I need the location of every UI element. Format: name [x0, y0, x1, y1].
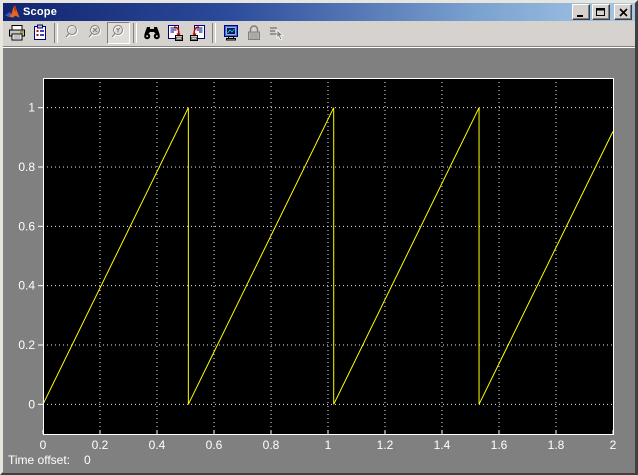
window-controls [572, 4, 633, 20]
scope-canvas: 0 0.2 0.4 0.6 0.8 1 1.2 1.4 1.6 1.8 2 0 0.2 0.4 0.6 0.8… [3, 47, 635, 473]
zoom-x-axis-icon [88, 24, 101, 38]
save-axes-settings-button[interactable] [163, 22, 186, 44]
zoom-button[interactable] [61, 22, 84, 44]
svg-text:1: 1 [28, 101, 35, 115]
titlebar[interactable]: Scope [3, 3, 635, 21]
close-button[interactable] [614, 4, 632, 20]
svg-text:0.6: 0.6 [18, 219, 35, 233]
zoom-icon [65, 24, 78, 38]
restore-axes-settings-icon [189, 24, 205, 41]
svg-text:0: 0 [40, 438, 47, 452]
time-offset-label: Time offset: [8, 453, 71, 467]
toolbar-separator [133, 22, 137, 43]
parameters-icon [33, 24, 46, 40]
svg-text:2: 2 [610, 438, 617, 452]
zoom-y-axis-icon [111, 24, 124, 38]
toolbar-separator [212, 22, 216, 43]
floating-scope-button[interactable] [219, 22, 242, 44]
plot[interactable]: 0 0.2 0.4 0.6 0.8 1 1.2 1.4 1.6 1.8 200.20.40.60.8… [3, 48, 635, 473]
parameters-button[interactable] [28, 22, 51, 44]
restore-axes-settings-button[interactable] [186, 22, 209, 44]
svg-text:0: 0 [28, 397, 35, 411]
time-offset-value: 0 [84, 453, 91, 467]
matlab-logo-icon [5, 4, 20, 18]
status-bar: Time offset: 0 [8, 453, 91, 467]
svg-text:0.4: 0.4 [18, 279, 35, 293]
svg-text:0.6: 0.6 [206, 438, 223, 452]
svg-text:1.2: 1.2 [377, 438, 394, 452]
toolbar [3, 21, 635, 47]
svg-text:0.8: 0.8 [263, 438, 280, 452]
signal-selection-button[interactable] [265, 22, 288, 44]
toolbar-separator [54, 22, 58, 43]
autoscale-button[interactable] [140, 22, 163, 44]
save-axes-settings-icon [167, 24, 183, 41]
svg-text:0.4: 0.4 [149, 438, 166, 452]
svg-text:0.2: 0.2 [92, 438, 109, 452]
floating-scope-icon [223, 24, 238, 40]
zoom-x-axis-button[interactable] [84, 22, 107, 44]
maximize-icon [596, 7, 605, 16]
autoscale-binoculars-icon [143, 26, 160, 39]
svg-text:1.4: 1.4 [434, 438, 451, 452]
svg-text:0.2: 0.2 [18, 338, 35, 352]
print-button[interactable] [5, 22, 28, 44]
window-title: Scope [23, 6, 58, 18]
minimize-button[interactable] [572, 4, 590, 20]
lock-axes-button[interactable] [242, 22, 265, 44]
svg-text:1.8: 1.8 [548, 438, 565, 452]
lock-axes-icon [247, 24, 260, 40]
minimize-icon [577, 14, 583, 17]
scope-window: Scope 0 0.2 0.4 0.6 0.8 1 1.2 1.4 1.6 1.… [0, 0, 638, 475]
print-icon [8, 24, 25, 40]
svg-text:1: 1 [325, 438, 332, 452]
signal-selection-icon [269, 26, 284, 40]
svg-text:0.8: 0.8 [18, 160, 35, 174]
svg-text:1.6: 1.6 [491, 438, 508, 452]
close-icon [618, 7, 628, 17]
zoom-y-axis-button[interactable] [107, 21, 130, 44]
maximize-button[interactable] [592, 4, 610, 20]
